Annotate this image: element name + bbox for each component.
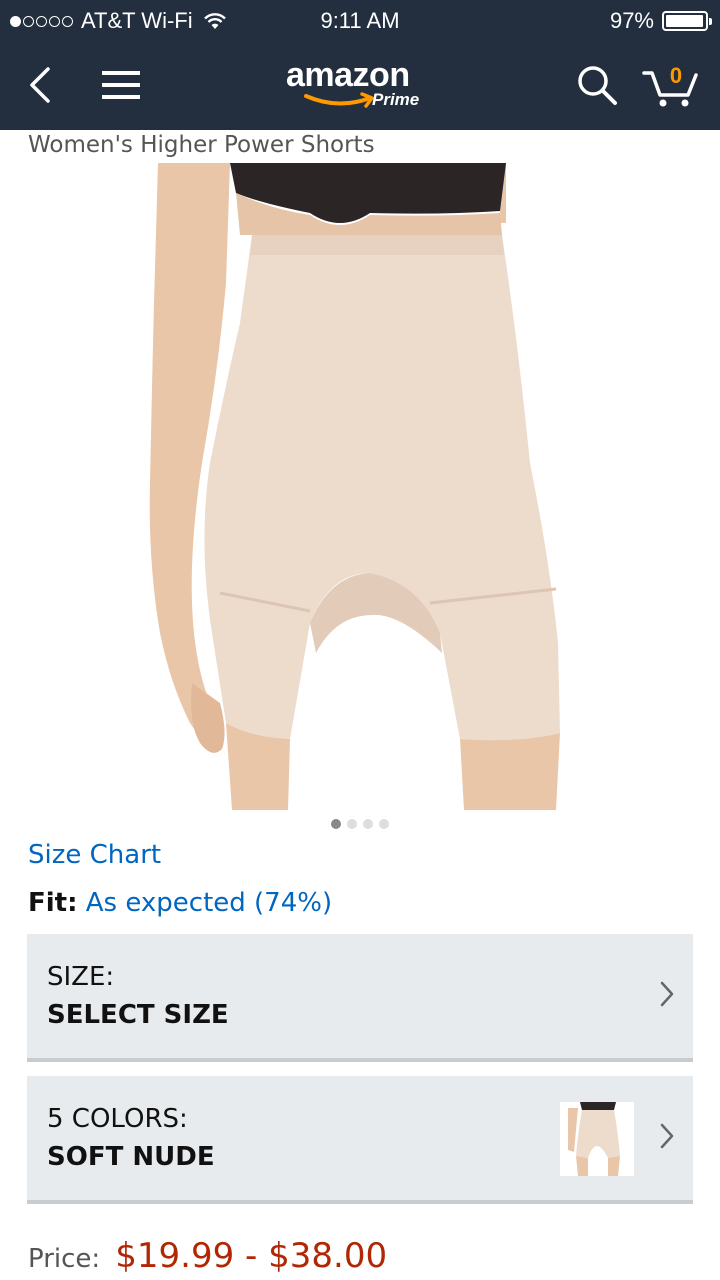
chevron-right-icon bbox=[660, 1123, 674, 1149]
amazon-prime-logo[interactable]: amazon Prime bbox=[280, 54, 440, 116]
price-label: Price: bbox=[28, 1244, 101, 1274]
image-carousel-dots[interactable] bbox=[0, 819, 720, 829]
fit-value-link[interactable]: As expected (74%) bbox=[86, 888, 332, 918]
fit-label: Fit: bbox=[28, 888, 78, 918]
size-label: SIZE: bbox=[47, 962, 115, 992]
logo-prime-text: Prime bbox=[372, 90, 420, 109]
hamburger-menu-icon bbox=[102, 71, 140, 99]
carousel-dot[interactable] bbox=[363, 819, 373, 829]
smile-arrow-icon bbox=[304, 92, 374, 108]
fit-info: Fit: As expected (74%) bbox=[28, 888, 332, 918]
cart-icon: 0 bbox=[642, 63, 698, 107]
status-bar: AT&T Wi-Fi 9:11 AM 97% bbox=[0, 0, 720, 40]
color-value: SOFT NUDE bbox=[47, 1142, 215, 1172]
search-icon bbox=[578, 66, 617, 105]
color-selector[interactable]: 5 COLORS: SOFT NUDE bbox=[27, 1076, 693, 1204]
size-value: SELECT SIZE bbox=[47, 1000, 229, 1030]
battery-percent: 97% bbox=[609, 8, 654, 33]
size-selector[interactable]: SIZE: SELECT SIZE bbox=[27, 934, 693, 1062]
price-row: Price: $19.99 - $38.00 bbox=[28, 1236, 387, 1276]
product-title: Women's Higher Power Shorts bbox=[28, 132, 375, 158]
cart-button[interactable]: 0 bbox=[640, 40, 702, 130]
search-button[interactable] bbox=[572, 40, 622, 130]
nav-bar: amazon Prime 0 bbox=[0, 40, 720, 130]
chevron-right-icon bbox=[660, 981, 674, 1007]
battery-fill bbox=[666, 15, 703, 27]
cart-count: 0 bbox=[670, 63, 682, 88]
color-label: 5 COLORS: bbox=[47, 1104, 188, 1134]
status-right: 97% bbox=[609, 8, 712, 34]
carousel-dot[interactable] bbox=[331, 819, 341, 829]
size-chart-link[interactable]: Size Chart bbox=[28, 840, 161, 870]
back-button[interactable] bbox=[18, 40, 62, 130]
carousel-dot[interactable] bbox=[347, 819, 357, 829]
battery-icon bbox=[662, 11, 712, 31]
carousel-dot[interactable] bbox=[379, 819, 389, 829]
color-swatch-thumbnail bbox=[560, 1102, 634, 1176]
back-chevron-icon bbox=[30, 67, 50, 103]
product-image[interactable] bbox=[140, 163, 580, 810]
price-value: $19.99 - $38.00 bbox=[115, 1236, 388, 1276]
menu-button[interactable] bbox=[98, 40, 144, 130]
